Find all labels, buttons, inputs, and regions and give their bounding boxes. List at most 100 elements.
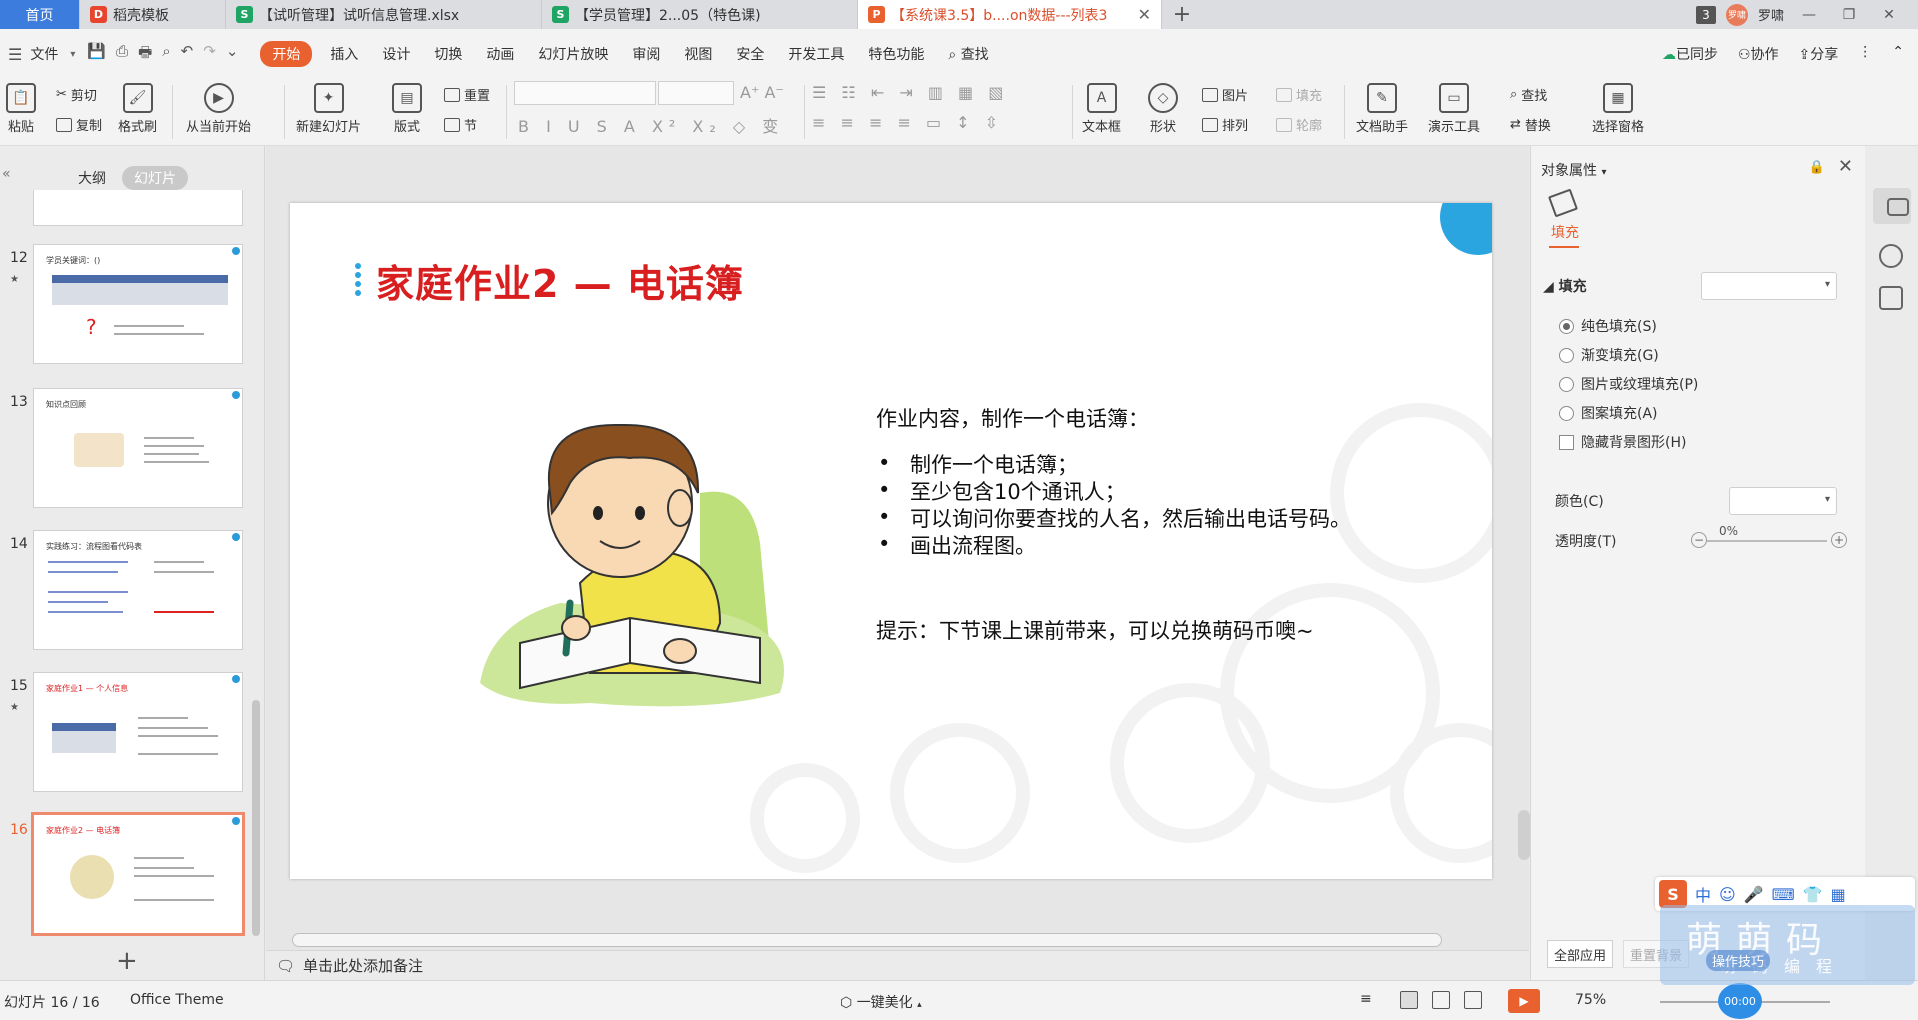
picture-button[interactable]: 图片: [1202, 85, 1248, 104]
beautify-button[interactable]: ⬡ 一键美化 ▴: [840, 992, 922, 1012]
menu-insert[interactable]: 插入: [318, 44, 370, 64]
find-button[interactable]: ⌕ 查找: [1510, 85, 1547, 104]
outline-button[interactable]: 轮廓: [1276, 115, 1322, 134]
canvas-vertical-scrollbar[interactable]: [1518, 810, 1530, 860]
font-family-select[interactable]: [514, 81, 656, 105]
grid-icon[interactable]: ▦: [1831, 885, 1846, 904]
fill-button[interactable]: 填充: [1276, 85, 1322, 104]
slide-thumbnail-16[interactable]: 家庭作业2 — 电话簿: [31, 812, 245, 936]
apply-all-button[interactable]: 全部应用: [1547, 940, 1614, 968]
customize-icon[interactable]: ⌄: [226, 42, 239, 67]
sync-status[interactable]: ☁已同步: [1662, 44, 1718, 64]
tab-trial-xlsx[interactable]: S 【试听管理】试听信息管理.xlsx: [226, 0, 542, 29]
arrange-button[interactable]: 排列: [1202, 115, 1248, 134]
format-painter-button[interactable]: 🖌 格式刷: [118, 83, 157, 135]
bullet-item[interactable]: 至少包含10个通讯人；: [910, 476, 1126, 506]
menu-view[interactable]: 视图: [672, 44, 724, 64]
solid-fill-option[interactable]: 纯色填充(S): [1559, 316, 1657, 336]
menu-animation[interactable]: 动画: [474, 44, 526, 64]
notes-area[interactable]: 🗨 单击此处添加备注: [266, 950, 1529, 980]
tab-slides[interactable]: 幻灯片: [122, 166, 188, 190]
slide-thumbnail-partial[interactable]: [33, 190, 243, 226]
bullet-item[interactable]: 制作一个电话簿；: [910, 449, 1078, 479]
menu-design[interactable]: 设计: [370, 44, 422, 64]
animation-icon[interactable]: [1879, 244, 1903, 268]
slide-thumbnail-14[interactable]: 实践练习：流程图看代码表: [33, 530, 243, 650]
thumbnail-scrollbar[interactable]: [252, 700, 260, 936]
skin-icon[interactable]: 👕: [1803, 885, 1823, 904]
assignment-intro[interactable]: 作业内容，制作一个电话簿：: [876, 403, 1149, 433]
chevron-down-icon[interactable]: ▾: [70, 49, 75, 60]
print-icon[interactable]: 🖶: [138, 42, 152, 67]
normal-view-icon[interactable]: [1400, 991, 1418, 1009]
menu-home[interactable]: 开始: [260, 41, 313, 67]
paragraph-icons-row2[interactable]: ≡ ≡ ≡ ≡ ▭ ↕ ⇳: [812, 113, 1003, 132]
horizontal-scrollbar[interactable]: [292, 933, 1442, 947]
transparency-slider[interactable]: [1707, 540, 1827, 542]
collab-button[interactable]: ⚇协作: [1738, 44, 1779, 64]
user-name[interactable]: 罗啸: [1758, 5, 1784, 24]
pattern-fill-option[interactable]: 图案填充(A): [1559, 403, 1658, 423]
hamburger-icon[interactable]: ☰: [8, 45, 22, 64]
plus-icon[interactable]: +: [1831, 532, 1847, 548]
window-count-badge[interactable]: 3: [1695, 5, 1716, 24]
keyboard-icon[interactable]: ⌨: [1772, 885, 1795, 904]
layout-button[interactable]: ▤ 版式: [392, 83, 422, 135]
tips-button[interactable]: 操作技巧: [1706, 950, 1771, 971]
user-avatar[interactable]: 罗啸: [1725, 3, 1748, 26]
bullet-item[interactable]: 可以询问你要查找的人名，然后输出电话号码。: [910, 503, 1351, 533]
share-button[interactable]: ⇪分享: [1799, 44, 1839, 64]
panel-title[interactable]: 对象属性 ▾: [1541, 160, 1606, 180]
play-from-current-button[interactable]: ▶ 从当前开始: [186, 83, 251, 135]
section-button[interactable]: 节: [444, 115, 477, 134]
close-window-icon[interactable]: ✕: [1874, 7, 1904, 23]
menu-slideshow[interactable]: 幻灯片放映: [526, 44, 620, 64]
minimize-icon[interactable]: —: [1794, 7, 1824, 23]
tab-docer-templates[interactable]: D 稻壳模板: [80, 0, 226, 29]
undo-icon[interactable]: ↶: [181, 42, 194, 67]
more-icon[interactable]: ⋮: [1858, 44, 1872, 64]
lock-icon[interactable]: 🔒: [1809, 160, 1825, 175]
tab-presentation-active[interactable]: P 【系统课3.5】b....on数据---列表3 ✕: [858, 0, 1162, 29]
add-slide-button[interactable]: +: [116, 946, 138, 976]
slide-thumbnail-13[interactable]: 知识点回顾: [33, 388, 243, 508]
text-format-icons[interactable]: B I U S A X² X₂ ◇ 变: [518, 113, 784, 137]
copy-button[interactable]: 复制: [56, 115, 102, 134]
close-tab-icon[interactable]: ✕: [1138, 5, 1151, 24]
menu-review[interactable]: 审阅: [620, 44, 672, 64]
selection-pane-button[interactable]: ▦ 选择窗格: [1592, 83, 1644, 135]
current-slide[interactable]: 家庭作业2 — 电话簿 作业内容，制作一个电话簿： • 制作一个电话簿； • 至…: [290, 203, 1492, 879]
slide-thumbnail-12[interactable]: 学员关键词：() ?: [33, 244, 243, 364]
theme-name[interactable]: Office Theme: [130, 992, 224, 1008]
slideshow-play-button[interactable]: ▶: [1508, 989, 1540, 1013]
collapse-panel-icon[interactable]: «: [2, 166, 11, 182]
picture-fill-option[interactable]: 图片或纹理填充(P): [1559, 374, 1698, 394]
shape-button[interactable]: ◇ 形状: [1148, 83, 1178, 135]
menu-transition[interactable]: 切换: [422, 44, 474, 64]
restore-icon[interactable]: ❐: [1834, 7, 1864, 23]
emoji-icon[interactable]: ☺: [1719, 885, 1736, 904]
tab-fill[interactable]: 填充: [1551, 222, 1579, 242]
fill-section-header[interactable]: ◢ 填充: [1543, 276, 1587, 296]
assignment-hint[interactable]: 提示：下节课上课前带来，可以兑换萌码币噢~: [876, 615, 1314, 645]
print-preview-icon[interactable]: ⌕: [162, 42, 170, 67]
paragraph-icons-row1[interactable]: ☰ ☷ ⇤ ⇥ ▥ ▦ ▧: [812, 83, 1008, 102]
new-slide-button[interactable]: ✦ 新建幻灯片: [296, 83, 361, 135]
export-icon[interactable]: ⎙: [116, 42, 128, 67]
font-size-select[interactable]: [658, 81, 734, 105]
zoom-level[interactable]: 75%: [1575, 992, 1606, 1008]
textbox-button[interactable]: A 文本框: [1082, 83, 1121, 135]
doc-assistant-button[interactable]: ✎ 文档助手: [1356, 83, 1408, 135]
slide-thumbnail-15[interactable]: 家庭作业1 — 个人信息: [33, 672, 243, 792]
fill-type-dropdown[interactable]: [1701, 272, 1837, 300]
reset-button[interactable]: 重置: [444, 85, 490, 104]
recording-timer[interactable]: 00:00: [1718, 983, 1762, 1019]
hide-background-option[interactable]: 隐藏背景图形(H): [1559, 432, 1686, 452]
slide-sorter-icon[interactable]: [1432, 991, 1450, 1009]
microphone-icon[interactable]: 🎤: [1744, 885, 1764, 904]
tab-outline[interactable]: 大纲: [66, 166, 118, 190]
new-tab-button[interactable]: +: [1162, 0, 1202, 29]
gradient-fill-option[interactable]: 渐变填充(G): [1559, 345, 1659, 365]
library-icon[interactable]: [1879, 286, 1903, 310]
ime-language[interactable]: 中: [1695, 882, 1711, 906]
